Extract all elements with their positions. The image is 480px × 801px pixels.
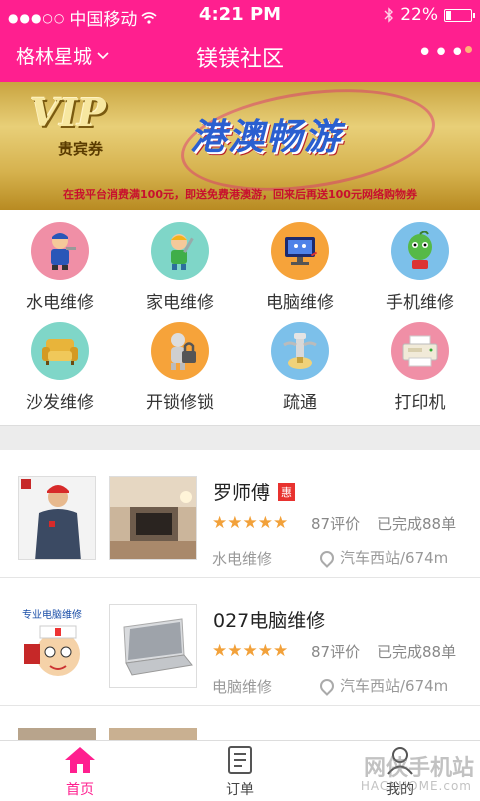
status-right: 22% — [384, 5, 475, 25]
status-bar: ●●●○○ 中国移动 4:21 PM 22% — [0, 0, 480, 30]
category-appliance[interactable]: 家电维修 — [120, 210, 240, 313]
location-text: 汽车西站/674m — [340, 549, 449, 567]
vip-logo: VIP — [30, 90, 106, 135]
tab-label: 首页 — [66, 782, 94, 798]
promo-banner[interactable]: VIP 贵宾券 港澳畅游 在我平台消费满100元，即送免费港澳游，回来后再送10… — [0, 82, 480, 210]
category-grid: 水电维修 家电维修 电脑维修 手机维修 沙发维修 开锁修锁 疏通 打印机 — [0, 210, 480, 425]
provider-name-row: 罗师傅惠 — [213, 478, 296, 505]
location-text: 汽车西站/674m — [340, 677, 449, 695]
category-label: 开锁修锁 — [146, 393, 214, 413]
category-phone[interactable]: 手机维修 — [360, 210, 480, 313]
phone-repair-icon — [391, 222, 449, 280]
category-sofa[interactable]: 沙发维修 — [0, 310, 120, 413]
rating-stars: ★★★★★ — [212, 641, 289, 661]
category-printer[interactable]: 打印机 — [360, 310, 480, 413]
category-label: 打印机 — [394, 393, 446, 413]
tab-label: 订单 — [226, 782, 254, 798]
tab-home[interactable]: 首页 — [0, 741, 160, 801]
review-count: 87评价 — [311, 515, 361, 533]
category-locksmith[interactable]: 开锁修锁 — [120, 310, 240, 413]
discount-badge: 惠 — [278, 483, 296, 501]
rating-stars: ★★★★★ — [212, 513, 289, 533]
home-icon — [65, 747, 95, 773]
plumber-icon — [31, 222, 89, 280]
battery-percent: 22% — [400, 5, 438, 25]
category-drain[interactable]: 疏通 — [240, 310, 360, 413]
watermark: 网侠手机站 — [363, 756, 474, 781]
provider-photo — [109, 728, 197, 740]
battery-icon — [444, 8, 475, 22]
orders-icon — [228, 746, 252, 774]
location-row: 汽车西站/674m — [317, 547, 449, 568]
provider-avatar — [18, 728, 96, 740]
service-category: 水电维修 — [212, 550, 273, 568]
list-item[interactable]: 专业电脑维修 027电脑维修 ★★★★★ 87评价 已完成88单 电脑维修 汽车… — [0, 578, 480, 706]
review-count: 87评价 — [311, 643, 361, 661]
more-button[interactable]: ••• — [416, 38, 472, 68]
location-row: 汽车西站/674m — [317, 675, 449, 696]
provider-avatar — [18, 476, 96, 560]
provider-name: 027电脑维修 — [213, 610, 326, 632]
watermark-url: HACKHOME.com — [360, 779, 472, 793]
completed-orders: 已完成88单 — [377, 515, 457, 533]
provider-list: 罗师傅惠 ★★★★★ 87评价 已完成88单 水电维修 汽车西站/674m 专业… — [0, 450, 480, 740]
printer-icon — [391, 322, 449, 380]
computer-repair-icon — [271, 222, 329, 280]
nav-bar: 格林星城 镁镁社区 ••• — [0, 30, 480, 82]
bluetooth-icon — [384, 7, 394, 23]
drain-icon — [271, 322, 329, 380]
category-computer[interactable]: 电脑维修 — [240, 210, 360, 313]
section-divider — [0, 425, 480, 451]
completed-orders: 已完成88单 — [377, 643, 457, 661]
provider-name-row: 027电脑维修 — [213, 606, 325, 633]
provider-photo — [109, 604, 197, 688]
banner-note: 在我平台消费满100元，即送免费港澳游，回来后再送100元网络购物券 — [63, 188, 417, 201]
appliance-repair-icon — [151, 222, 209, 280]
banner-headline: 港澳畅游 — [190, 117, 343, 158]
category-label: 沙发维修 — [26, 393, 94, 413]
category-plumbing[interactable]: 水电维修 — [0, 210, 120, 313]
lock-icon — [151, 322, 209, 380]
more-icon: ••• — [416, 38, 466, 68]
provider-photo — [109, 476, 197, 560]
provider-name: 罗师傅 — [213, 482, 271, 504]
service-category: 电脑维修 — [212, 678, 273, 696]
tab-orders[interactable]: 订单 — [160, 741, 320, 801]
category-label: 疏通 — [283, 393, 317, 413]
location-pin-icon — [317, 547, 337, 568]
location-pin-icon — [317, 675, 337, 696]
sofa-icon — [31, 322, 89, 380]
svg-text:专业电脑维修: 专业电脑维修 — [22, 608, 82, 621]
list-item[interactable]: 罗师傅惠 ★★★★★ 87评价 已完成88单 水电维修 汽车西站/674m — [0, 450, 480, 578]
notification-dot — [465, 46, 472, 53]
provider-avatar: 专业电脑维修 — [18, 604, 96, 688]
list-item[interactable] — [0, 706, 480, 740]
vip-coupon-label: 贵宾券 — [58, 140, 104, 158]
page-title: 镁镁社区 — [195, 47, 284, 72]
